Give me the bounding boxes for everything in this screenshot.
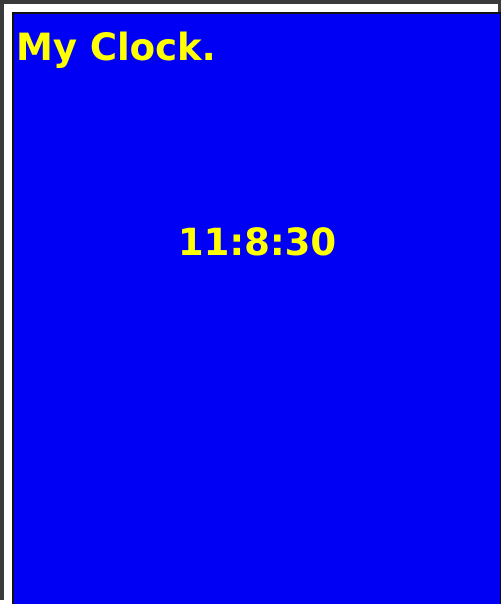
clock-time-display: 11:8:30 bbox=[177, 221, 337, 264]
page-title: My Clock. bbox=[16, 26, 216, 69]
clock-panel: My Clock. 11:8:30 bbox=[12, 12, 501, 604]
window-frame: My Clock. 11:8:30 bbox=[0, 0, 501, 604]
